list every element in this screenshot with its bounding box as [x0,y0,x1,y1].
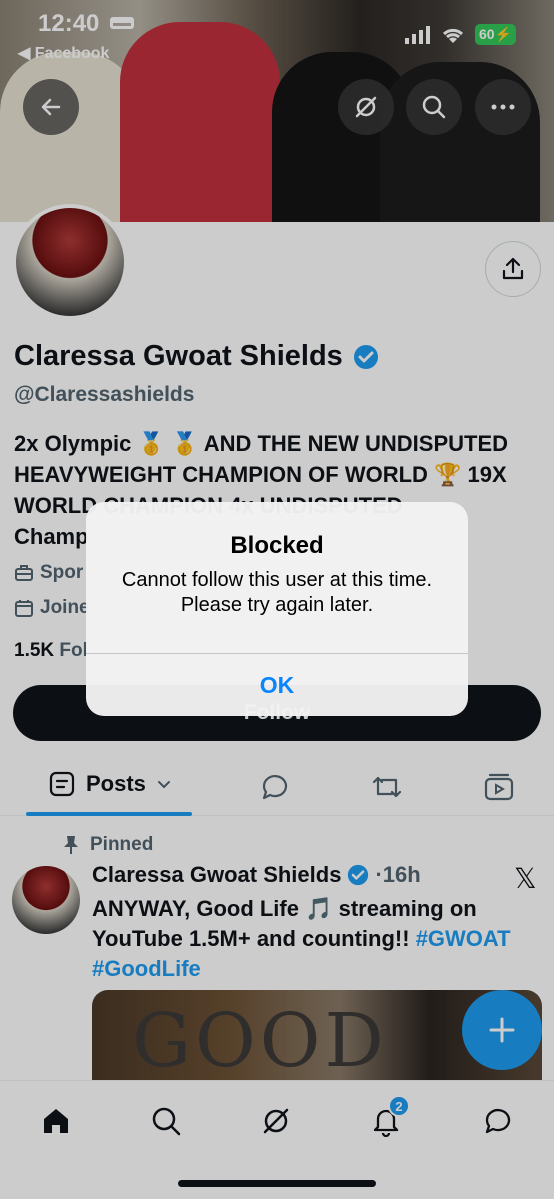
alert-message: Cannot follow this user at this time. Pl… [121,569,433,616]
alert-title: Blocked [230,532,324,559]
alert-ok-button[interactable]: OK [86,654,468,716]
blocked-alert-dialog: Blocked Cannot follow this user at this … [86,502,468,716]
